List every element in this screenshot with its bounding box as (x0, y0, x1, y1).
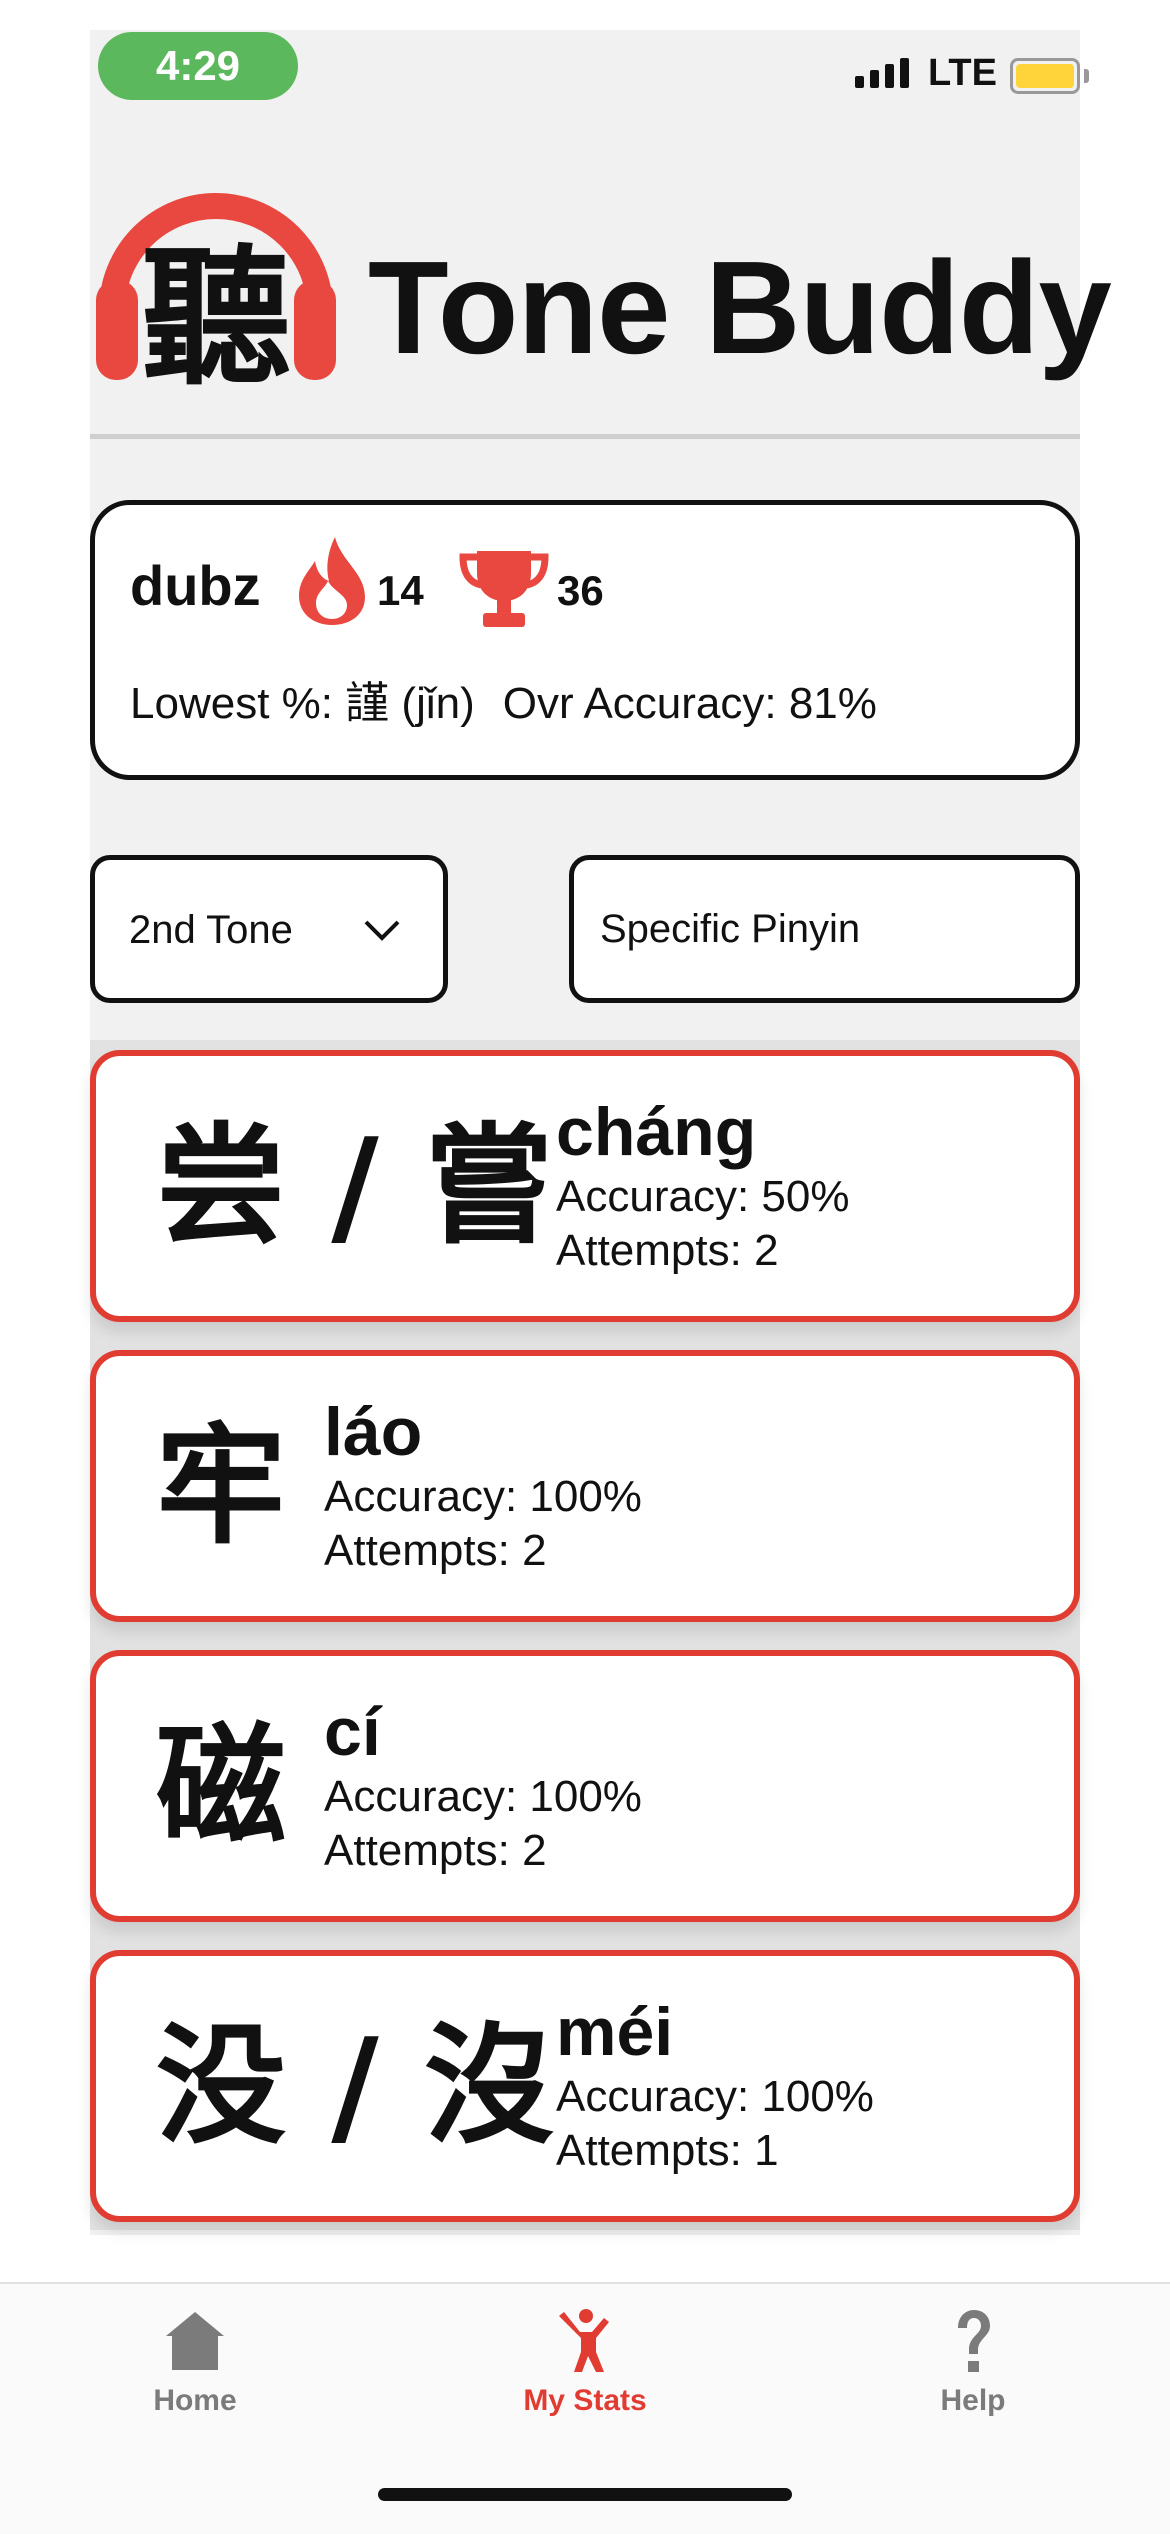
character-card[interactable]: 没 / 沒 méi Accuracy: 100% Attempts: 1 (90, 1950, 1080, 2222)
tone-dropdown[interactable]: 2nd Tone (90, 855, 448, 1003)
streak-count: 14 (377, 567, 424, 614)
tab-my-stats-label: My Stats (523, 2384, 647, 2417)
tab-my-stats[interactable]: My Stats (485, 2306, 685, 2418)
character-glyph: 牢 (156, 1410, 287, 1562)
network-label: LTE (928, 52, 997, 94)
character-attempts: Attempts: 2 (324, 1826, 547, 1875)
chevron-down-icon (364, 920, 400, 941)
character-attempts: Attempts: 2 (556, 1226, 779, 1275)
username: dubz (130, 554, 261, 617)
question-mark-icon (958, 2310, 990, 2372)
trophy-count: 36 (557, 567, 604, 614)
stats-summary: Lowest %: 謹 (jǐn) Ovr Accuracy: 81% (130, 667, 877, 731)
headphones-logo-icon: 聽 (92, 170, 340, 406)
tab-home[interactable]: Home (95, 2306, 295, 2418)
battery-icon (1010, 58, 1080, 94)
character-pinyin: láo (324, 1394, 423, 1470)
character-accuracy: Accuracy: 100% (324, 1772, 642, 1821)
flame-icon (295, 535, 369, 627)
character-pinyin: cháng (556, 1094, 757, 1170)
tone-dropdown-value: 2nd Tone (129, 908, 293, 952)
lowest-accuracy: Lowest %: 謹 (jǐn) (130, 679, 475, 728)
pinyin-search-input[interactable] (569, 855, 1080, 1003)
character-info: láo Accuracy: 100% Attempts: 2 (324, 1394, 642, 1578)
logo-glyph: 聽 (141, 232, 291, 400)
profile-card: dubz 14 36 Lowest %: 謹 (jǐn) Ovr Accuracy… (90, 500, 1080, 780)
character-info: cí Accuracy: 100% Attempts: 2 (324, 1694, 642, 1878)
trophy-icon (457, 547, 551, 631)
house-icon (166, 2312, 224, 2370)
character-glyph: 磁 (156, 1710, 287, 1862)
character-info: cháng Accuracy: 50% Attempts: 2 (556, 1094, 849, 1278)
character-glyph: 尝 / 嘗 (156, 1110, 554, 1262)
character-accuracy: Accuracy: 100% (556, 2072, 874, 2121)
tab-help[interactable]: Help (873, 2306, 1073, 2418)
character-attempts: Attempts: 1 (556, 2126, 779, 2175)
overall-accuracy: Ovr Accuracy: 81% (502, 679, 877, 728)
person-stats-icon (559, 2309, 609, 2372)
header-divider (90, 434, 1080, 439)
character-pinyin: méi (556, 1994, 674, 2070)
home-indicator[interactable] (378, 2488, 792, 2501)
character-accuracy: Accuracy: 100% (324, 1472, 642, 1521)
tab-help-label: Help (940, 2384, 1006, 2417)
character-card[interactable]: 牢 láo Accuracy: 100% Attempts: 2 (90, 1350, 1080, 1622)
battery-tip (1084, 69, 1089, 83)
character-attempts: Attempts: 2 (324, 1526, 547, 1575)
character-accuracy: Accuracy: 50% (556, 1172, 850, 1221)
character-pinyin: cí (324, 1694, 381, 1770)
tab-home-label: Home (153, 2384, 237, 2417)
character-info: méi Accuracy: 100% Attempts: 1 (556, 1994, 874, 2178)
signal-icon (855, 58, 909, 88)
app-title: Tone Buddy (368, 234, 1112, 381)
character-card[interactable]: 尝 / 嘗 cháng Accuracy: 50% Attempts: 2 (90, 1050, 1080, 1322)
character-glyph: 没 / 沒 (156, 2010, 554, 2162)
character-card[interactable]: 磁 cí Accuracy: 100% Attempts: 2 (90, 1650, 1080, 1922)
status-time: 4:29 (98, 32, 298, 100)
